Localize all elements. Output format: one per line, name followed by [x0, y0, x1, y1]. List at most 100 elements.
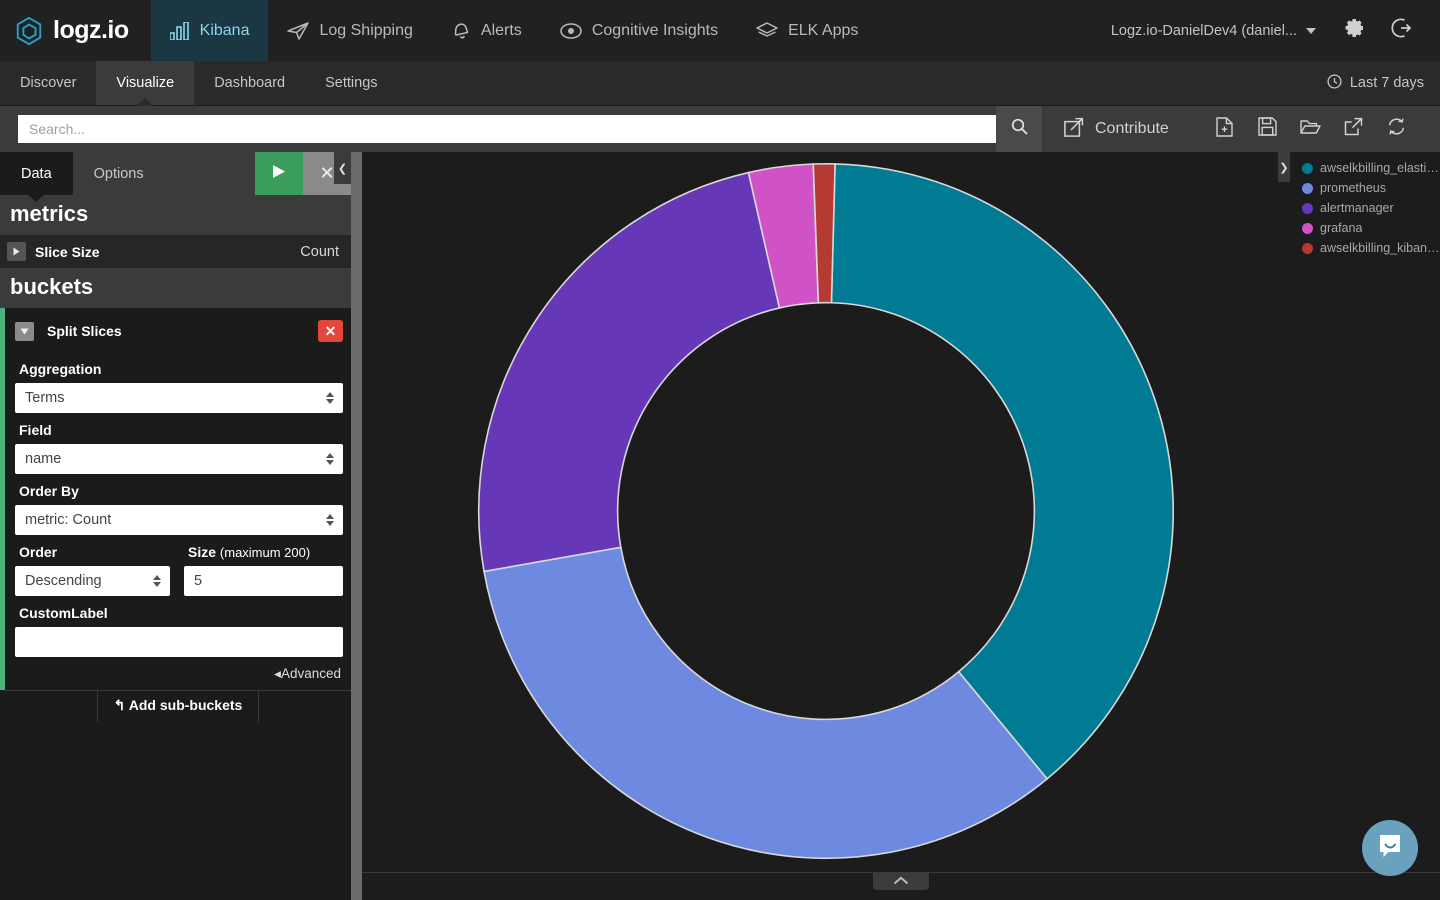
bucket-header[interactable]: Split Slices ✕ — [15, 314, 343, 352]
nav-item-log-shipping[interactable]: Log Shipping — [268, 0, 431, 61]
legend-color-swatch — [1302, 162, 1313, 174]
triangle-right-icon[interactable] — [7, 242, 26, 261]
field-select[interactable] — [15, 444, 343, 474]
aggregation-label: Aggregation — [19, 361, 102, 377]
remove-bucket-button[interactable]: ✕ — [318, 320, 343, 342]
tab-settings[interactable]: Settings — [305, 61, 397, 105]
logzio-brand[interactable]: logz.io — [0, 0, 151, 61]
visualization-editor-sidebar: Data Options ✕ metrics Slice Size Count — [0, 152, 351, 900]
contribute-button[interactable]: Contribute — [1042, 117, 1191, 142]
play-icon — [272, 164, 286, 184]
sidebar-tab-bar: Data Options ✕ — [0, 152, 351, 195]
chart-legend: ❯ awselkbilling_elastics... prometheus a… — [1278, 152, 1440, 900]
top-navigation-bar: logz.io Kibana Log Shipping Alerts Cogni… — [0, 0, 1440, 61]
bottom-panel-bar — [362, 872, 1440, 900]
chevron-up-icon — [893, 872, 909, 890]
nav-item-cognitive-insights[interactable]: Cognitive Insights — [541, 0, 737, 61]
search-input[interactable] — [18, 115, 996, 143]
order-by-select-wrap — [15, 505, 343, 535]
aggregation-select[interactable] — [15, 383, 343, 413]
add-subbuckets-button[interactable]: ↰ Add sub-buckets — [96, 690, 260, 722]
custom-label-label: CustomLabel — [19, 605, 108, 621]
expand-bottom-panel-button[interactable] — [873, 872, 929, 890]
legend-item[interactable]: alertmanager — [1302, 198, 1440, 218]
tab-label-dashboard: Dashboard — [214, 75, 286, 91]
folder-open-icon — [1300, 118, 1321, 140]
query-bar: Contribute — [0, 106, 1440, 152]
sidebar-tab-data[interactable]: Data — [0, 152, 73, 195]
gear-icon — [1343, 17, 1365, 44]
visualization-actions — [1203, 106, 1418, 152]
legend-color-swatch — [1302, 202, 1313, 214]
order-by-select[interactable] — [15, 505, 343, 535]
new-visualization-button[interactable] — [1203, 106, 1246, 152]
nav-item-alerts[interactable]: Alerts — [432, 0, 541, 61]
eye-icon — [560, 22, 582, 39]
intercom-chat-button[interactable] — [1362, 820, 1418, 876]
legend-color-swatch — [1302, 242, 1313, 254]
legend-item[interactable]: grafana — [1302, 218, 1440, 238]
legend-label: awselkbilling_kibana_1 — [1320, 241, 1440, 255]
order-select-wrap — [15, 566, 170, 596]
tab-dashboard[interactable]: Dashboard — [194, 61, 305, 105]
share-icon — [1344, 117, 1363, 141]
tab-visualize[interactable]: Visualize — [96, 61, 195, 105]
tab-discover[interactable]: Discover — [0, 61, 96, 105]
visualization-area: ❯ awselkbilling_elastics... prometheus a… — [362, 152, 1440, 900]
legend-label: alertmanager — [1320, 201, 1394, 215]
chevron-left-icon: ❮ — [337, 162, 348, 175]
pie-slice[interactable] — [483, 546, 1049, 860]
save-visualization-button[interactable] — [1246, 106, 1289, 152]
legend-item[interactable]: prometheus — [1302, 178, 1440, 198]
sidebar-resize-handle[interactable]: ❮ — [334, 152, 362, 900]
legend-color-swatch — [1302, 182, 1313, 194]
logout-button[interactable] — [1380, 0, 1424, 61]
share-visualization-button[interactable] — [1332, 106, 1375, 152]
order-column: Order — [15, 535, 170, 596]
legend-item[interactable]: awselkbilling_kibana_1 — [1302, 238, 1440, 258]
magnifier-icon — [1011, 118, 1028, 140]
settings-button[interactable] — [1332, 0, 1376, 61]
triangle-down-icon[interactable] — [15, 321, 34, 341]
custom-label-input[interactable] — [15, 627, 343, 657]
pie-slice[interactable] — [477, 171, 781, 573]
chat-bubble-icon — [1376, 832, 1404, 865]
legend-item[interactable]: awselkbilling_elastics... — [1302, 158, 1440, 178]
search-submit-button[interactable] — [996, 106, 1042, 152]
size-label-text: Size — [188, 544, 217, 560]
donut-chart[interactable] — [362, 152, 1290, 900]
size-column: Size (maximum 200) — [184, 535, 343, 596]
workspace: Data Options ✕ metrics Slice Size Count — [0, 152, 1440, 900]
sidebar-tab-options[interactable]: Options — [73, 152, 165, 195]
field-label: Field — [19, 422, 52, 438]
open-visualization-button[interactable] — [1289, 106, 1332, 152]
paper-plane-icon — [287, 21, 310, 40]
sidebar-tab-label-options: Options — [93, 165, 144, 182]
bell-icon — [451, 21, 471, 40]
pie-chart-canvas — [362, 152, 1290, 900]
collapse-sidebar-button[interactable]: ❮ — [334, 152, 351, 184]
account-menu[interactable]: Logz.io-DanielDev4 (daniel... — [1099, 23, 1328, 39]
order-select[interactable] — [15, 566, 170, 596]
time-range-label: Last 7 days — [1349, 75, 1424, 91]
floppy-disk-icon — [1258, 117, 1277, 141]
order-by-label: Order By — [19, 483, 79, 499]
apply-changes-button[interactable] — [255, 152, 303, 195]
metric-slice-size-row[interactable]: Slice Size Count — [0, 235, 351, 268]
nav-label-cognitive-insights: Cognitive Insights — [591, 21, 719, 39]
legend-color-swatch — [1302, 222, 1313, 234]
bar-chart-icon — [169, 21, 190, 40]
logzio-logo-icon — [14, 16, 44, 46]
refresh-visualization-button[interactable] — [1375, 106, 1418, 152]
sidebar-tab-spacer — [165, 152, 255, 195]
application-tab-bar: Discover Visualize Dashboard Settings La… — [0, 61, 1440, 106]
advanced-toggle[interactable]: ◂Advanced — [15, 657, 343, 690]
pie-slice[interactable] — [830, 163, 1175, 780]
nav-item-kibana[interactable]: Kibana — [150, 0, 269, 61]
expand-legend-button[interactable]: ❯ — [1278, 152, 1290, 182]
time-range-picker[interactable]: Last 7 days — [1311, 61, 1440, 105]
nav-label-kibana: Kibana — [199, 21, 250, 39]
nav-item-elk-apps[interactable]: ELK Apps — [737, 0, 877, 61]
size-input[interactable] — [184, 566, 343, 596]
size-label: Size (maximum 200) — [188, 544, 343, 560]
